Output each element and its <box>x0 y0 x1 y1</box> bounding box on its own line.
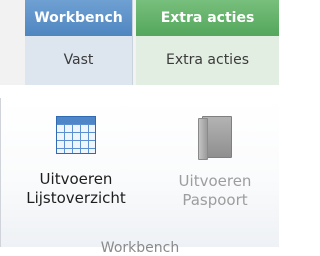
uitvoeren-lijstoverzicht-label: Uitvoeren Lijstoverzicht <box>1 170 151 208</box>
uitvoeren-lijstoverzicht-line1: Uitvoeren <box>39 170 113 188</box>
uitvoeren-lijstoverzicht-line2: Lijstoverzicht <box>26 189 126 207</box>
tab-extra-acties-header: Extra acties <box>136 0 279 36</box>
tab-workbench-header: Workbench <box>25 0 132 36</box>
uitvoeren-paspoort-label: Uitvoeren Paspoort <box>153 172 277 210</box>
tab-workbench-label[interactable]: Vast <box>25 52 132 68</box>
tab-extra-acties-label[interactable]: Extra acties <box>136 52 279 68</box>
tab-extra-acties[interactable]: Extra acties Extra acties <box>136 0 279 85</box>
contextual-tab-strip: Workbench Vast Extra acties Extra acties <box>0 0 279 85</box>
uitvoeren-paspoort-button[interactable]: Uitvoeren Paspoort <box>153 116 277 210</box>
book-icon <box>198 116 232 160</box>
tab-workbench[interactable]: Workbench Vast <box>25 0 133 85</box>
ribbon-panel: Uitvoeren Lijstoverzicht Uitvoeren Paspo… <box>0 98 279 256</box>
uitvoeren-paspoort-line2: Paspoort <box>182 191 248 209</box>
ribbon-group-caption: Workbench <box>100 240 180 256</box>
uitvoeren-lijstoverzicht-button[interactable]: Uitvoeren Lijstoverzicht <box>1 116 151 208</box>
uitvoeren-paspoort-line1: Uitvoeren <box>178 172 252 190</box>
table-grid-icon <box>56 116 96 156</box>
